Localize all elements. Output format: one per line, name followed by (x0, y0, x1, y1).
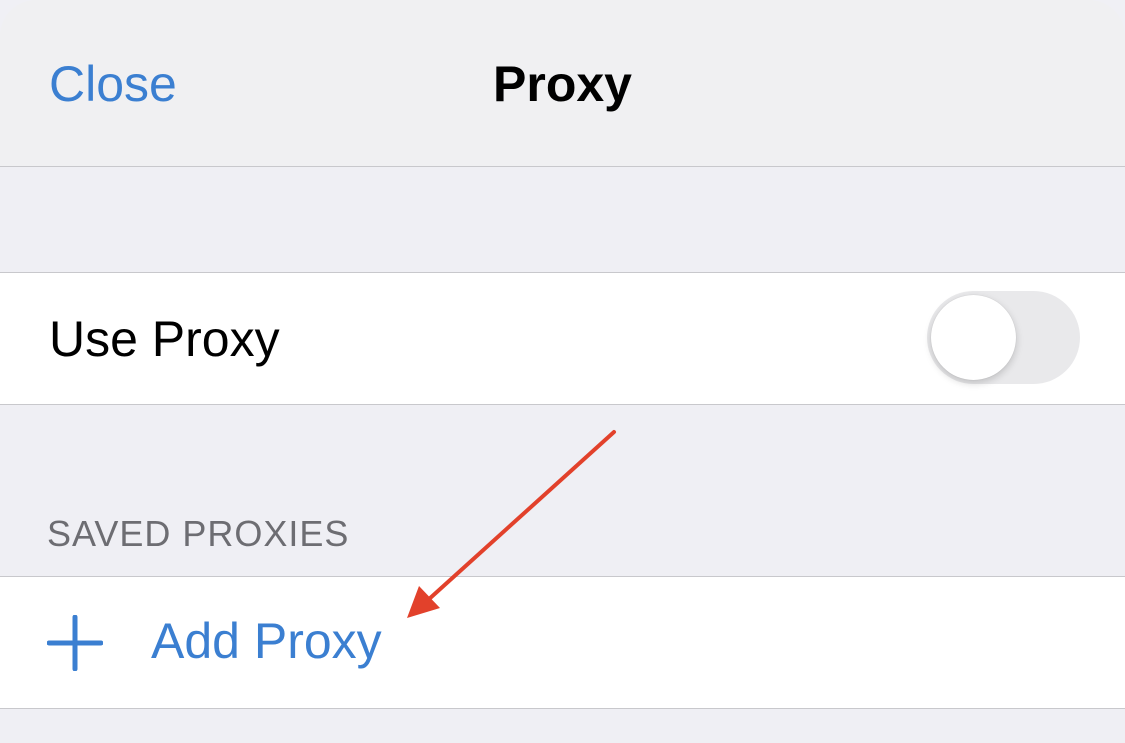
add-proxy-label: Add Proxy (151, 613, 382, 669)
use-proxy-row: Use Proxy (0, 272, 1125, 405)
use-proxy-toggle[interactable] (927, 291, 1080, 384)
saved-proxies-header: SAVED PROXIES (47, 513, 350, 554)
page-title: Proxy (493, 56, 632, 112)
proxy-settings-sheet: Close Proxy Use Proxy SAVED PROXIES Add … (0, 0, 1125, 743)
add-proxy-row[interactable]: Add Proxy (0, 576, 1125, 709)
navigation-bar: Close Proxy (0, 0, 1125, 167)
plus-icon (47, 615, 103, 671)
toggle-knob (931, 295, 1016, 380)
use-proxy-label: Use Proxy (49, 311, 280, 367)
